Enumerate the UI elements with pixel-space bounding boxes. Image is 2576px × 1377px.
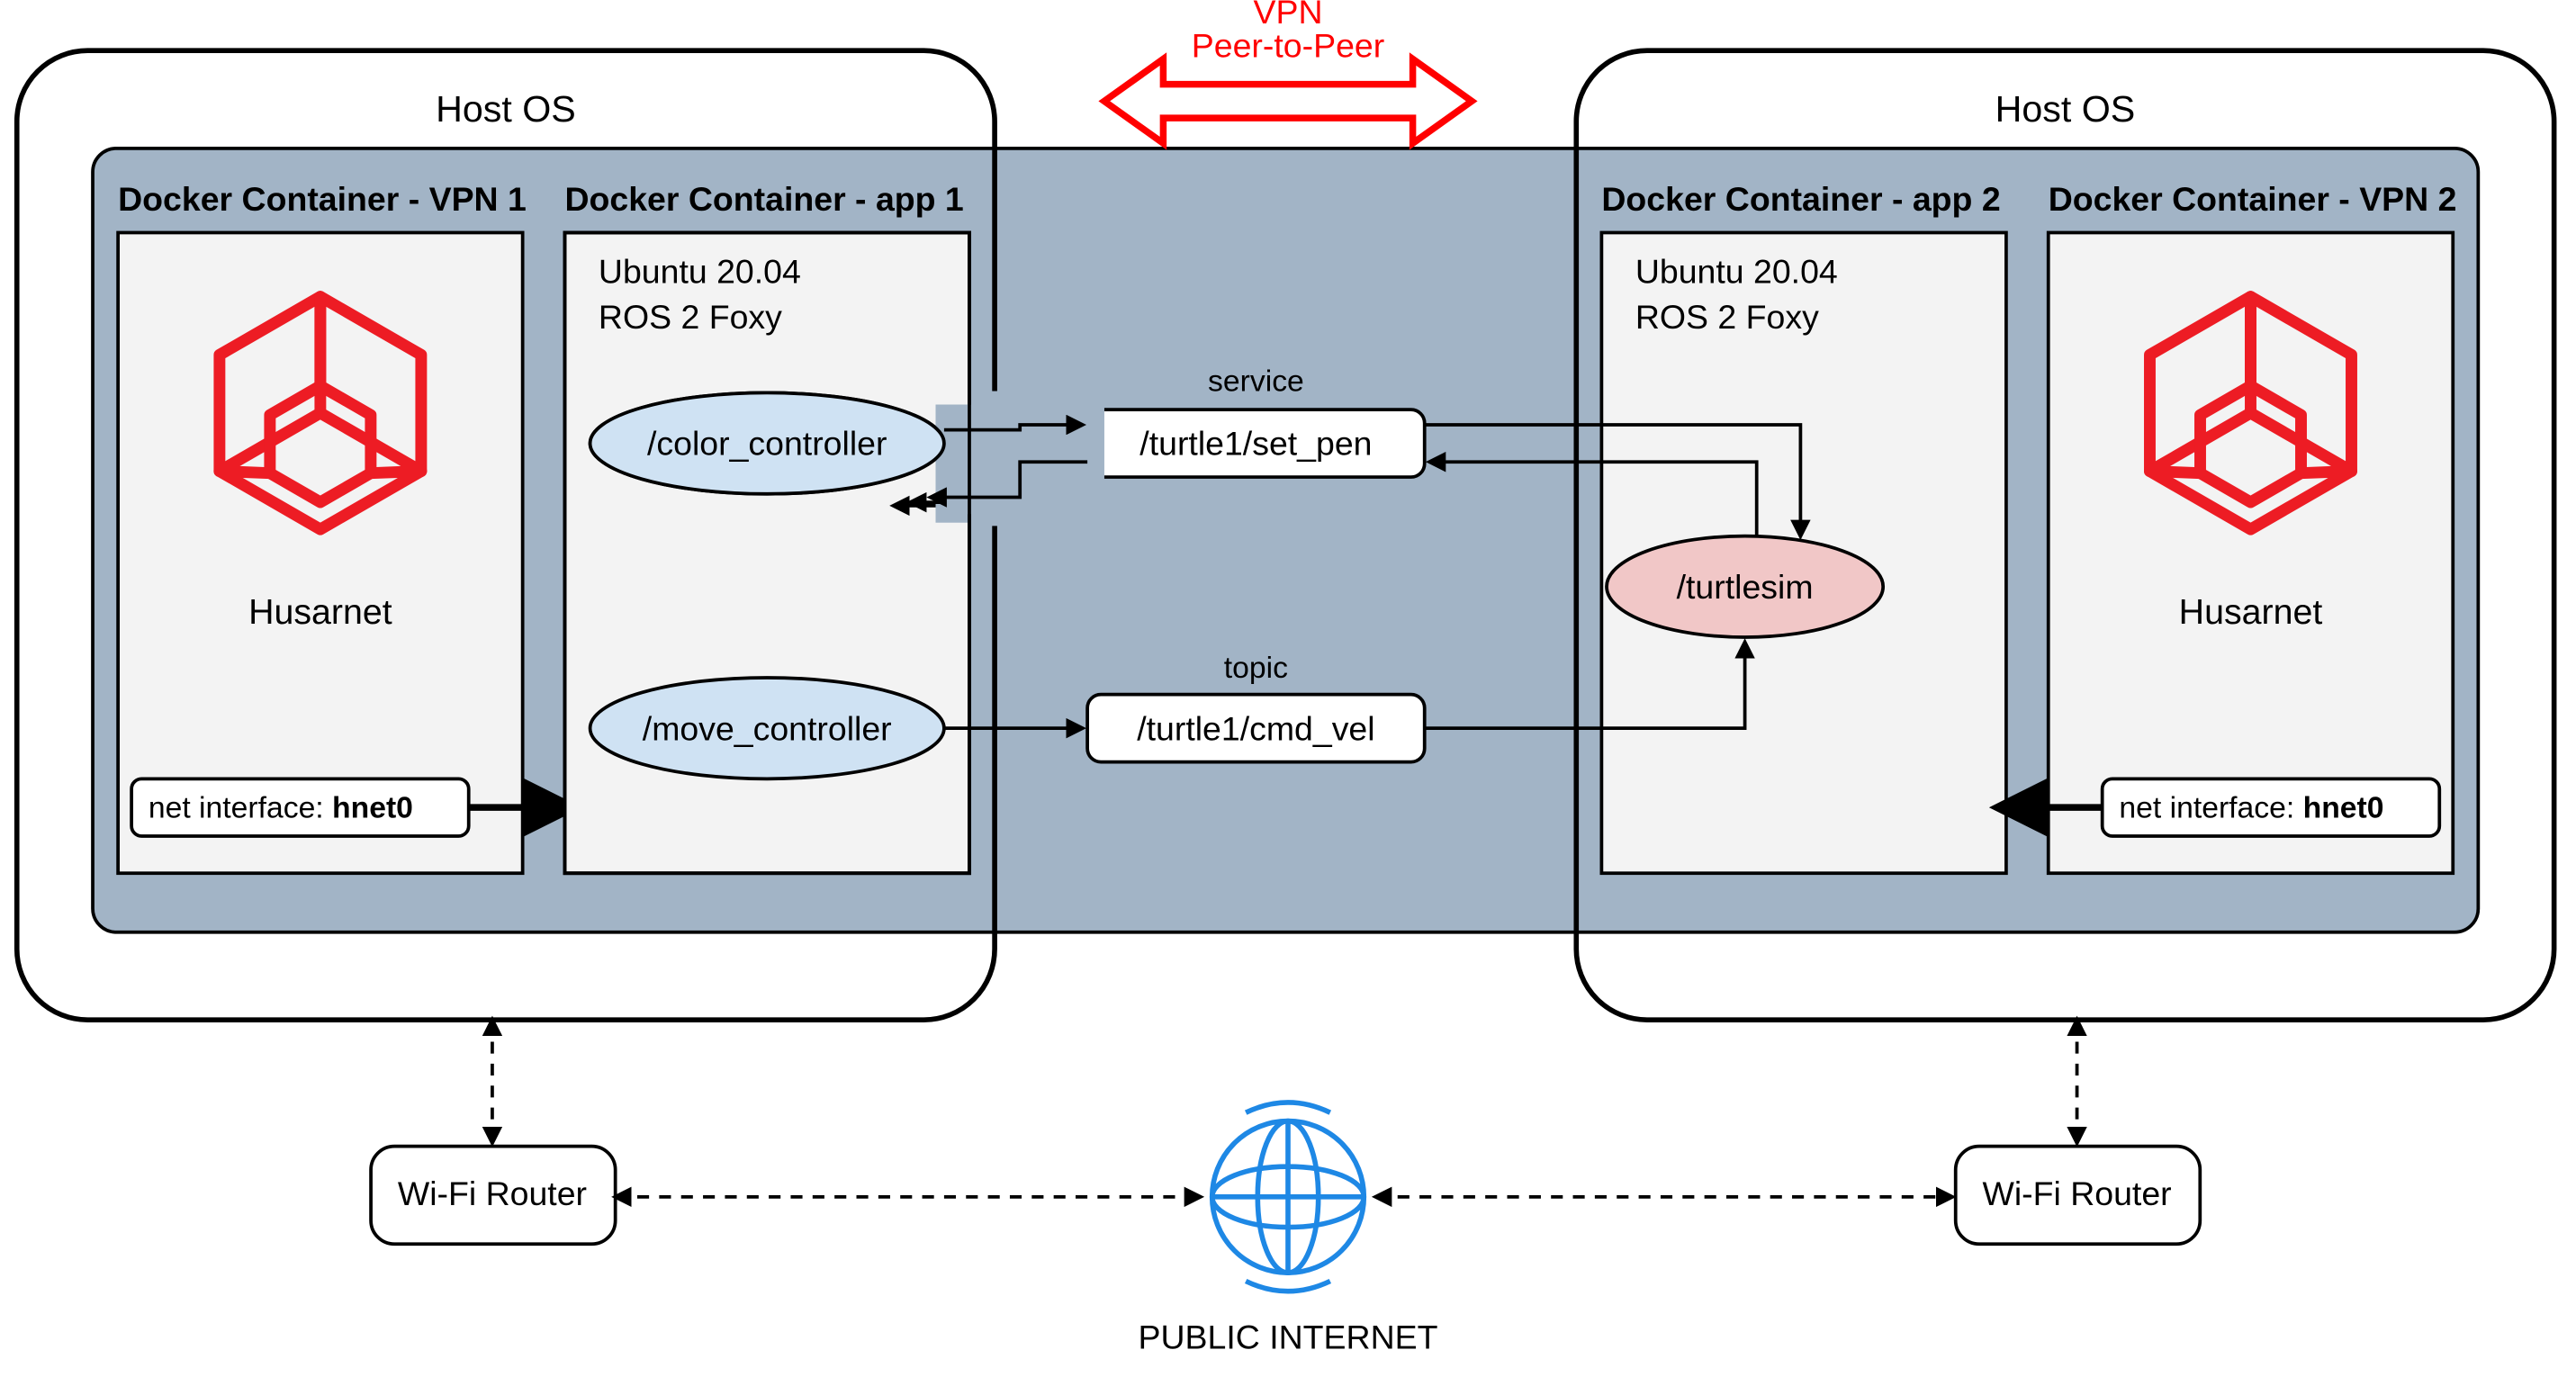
vpn-label-2: Peer-to-Peer [1192,27,1384,65]
container-vpn1-title: Docker Container - VPN 1 [118,180,527,218]
svg-text:/color_controller: /color_controller [647,425,887,463]
app2-ros-label: ROS 2 Foxy [1635,298,1819,336]
service-label: service [1208,364,1304,399]
wifi-router-right-label: Wi-Fi Router [1982,1174,2171,1212]
husarnet-left-label: Husarnet [248,592,392,632]
net-interface-left-label: net interface: hnet0 [149,790,413,824]
app1-ros-label: ROS 2 Foxy [599,298,782,336]
turtlesim-label: /turtlesim [1677,568,1814,606]
app1-os-label: Ubuntu 20.04 [599,253,801,291]
net-interface-right-label: net interface: hnet0 [2119,790,2383,824]
app2-os-label: Ubuntu 20.04 [1635,253,1838,291]
husarnet-right-label: Husarnet [2179,592,2323,632]
container-app2-title: Docker Container - app 2 [1601,180,2000,218]
host-os-left-label: Host OS [436,88,576,130]
host-os-right-label: Host OS [1995,88,2136,130]
container-app1-title: Docker Container - app 1 [564,180,963,218]
service-box-label: /turtle1/set_pen [1139,425,1372,463]
public-internet-label: PUBLIC INTERNET [1139,1318,1438,1355]
wifi-router-left-label: Wi-Fi Router [398,1174,587,1212]
topic-label: topic [1224,651,1288,685]
topic-box-label: /turtle1/cmd_vel [1137,709,1374,747]
move-controller-label: /move_controller [643,709,892,747]
container-vpn2-title: Docker Container - VPN 2 [2049,180,2457,218]
